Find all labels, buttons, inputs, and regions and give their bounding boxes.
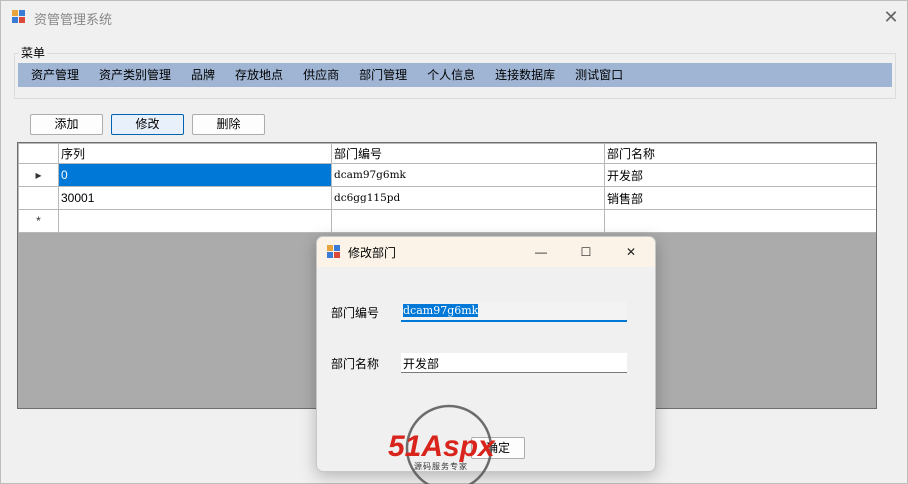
grid-table: 序列 部门编号 部门名称 ▸ 0 dcam97g6mk 开发部 30001 dc… [18,143,876,233]
current-row-indicator-icon[interactable]: ▸ [18,163,59,187]
table-row[interactable]: ▸ 0 dcam97g6mk 开发部 [18,163,876,187]
row-header[interactable] [18,186,59,210]
cell-seq[interactable]: 0 [58,163,332,187]
menu-item-profile[interactable]: 个人信息 [417,63,485,87]
menu-item-asset-category[interactable]: 资产类别管理 [89,63,181,87]
menu-item-location[interactable]: 存放地点 [225,63,293,87]
maximize-icon[interactable]: ☐ [574,241,598,263]
cell-seq[interactable]: 30001 [58,186,332,210]
dialog-close-icon[interactable]: ✕ [619,241,643,263]
cell-name[interactable]: 销售部 [604,186,876,210]
add-button[interactable]: 添加 [30,114,103,135]
menu-item-connect-db[interactable]: 连接数据库 [485,63,565,87]
cell-name[interactable] [604,209,876,233]
app-icon [12,10,26,24]
dialog-title: 修改部门 [348,246,397,260]
name-field[interactable]: 开发部 [401,353,627,373]
dialog-app-icon [327,245,341,259]
cell-seq[interactable] [58,209,332,233]
name-value: 开发部 [403,357,440,371]
edit-department-dialog: 修改部门 — ☐ ✕ 部门编号 dcam97g6mk 部门名称 开发部 确定 [316,236,656,472]
code-field[interactable]: dcam97g6mk [401,302,627,322]
cell-code[interactable]: dc6gg115pd [331,186,605,210]
close-icon[interactable]: ✕ [879,6,903,28]
title-bar: 资管管理系统 ✕ [1,1,907,33]
code-label: 部门编号 [331,306,380,320]
window-title: 资管管理系统 [34,12,113,27]
menu-item-supplier[interactable]: 供应商 [293,63,349,87]
cell-name[interactable]: 开发部 [604,163,876,187]
menu-item-test-window[interactable]: 测试窗口 [565,63,633,87]
cell-code[interactable]: dcam97g6mk [331,163,605,187]
menu-item-department[interactable]: 部门管理 [349,63,417,87]
edit-button[interactable]: 修改 [111,114,184,135]
row-header-corner [18,143,59,164]
table-row[interactable]: 30001 dc6gg115pd 销售部 [18,186,876,210]
grid-header-row: 序列 部门编号 部门名称 [18,143,876,164]
column-header-code[interactable]: 部门编号 [331,143,605,164]
menu-item-brand[interactable]: 品牌 [181,63,225,87]
code-value: dcam97g6mk [403,304,479,317]
menu-group-label: 菜单 [19,44,48,61]
name-label: 部门名称 [331,357,380,371]
delete-button[interactable]: 删除 [192,114,265,135]
new-row-asterisk-icon[interactable]: * [18,209,59,233]
column-header-name[interactable]: 部门名称 [604,143,876,164]
minimize-icon[interactable]: — [529,241,553,263]
cell-code[interactable] [331,209,605,233]
column-header-seq[interactable]: 序列 [58,143,332,164]
ok-button[interactable]: 确定 [471,437,525,459]
new-row[interactable]: * [18,209,876,233]
menu-bar: 资产管理 资产类别管理 品牌 存放地点 供应商 部门管理 个人信息 连接数据库 … [18,63,892,87]
dialog-title-bar: 修改部门 — ☐ ✕ [317,237,655,267]
menu-item-asset[interactable]: 资产管理 [18,63,89,87]
